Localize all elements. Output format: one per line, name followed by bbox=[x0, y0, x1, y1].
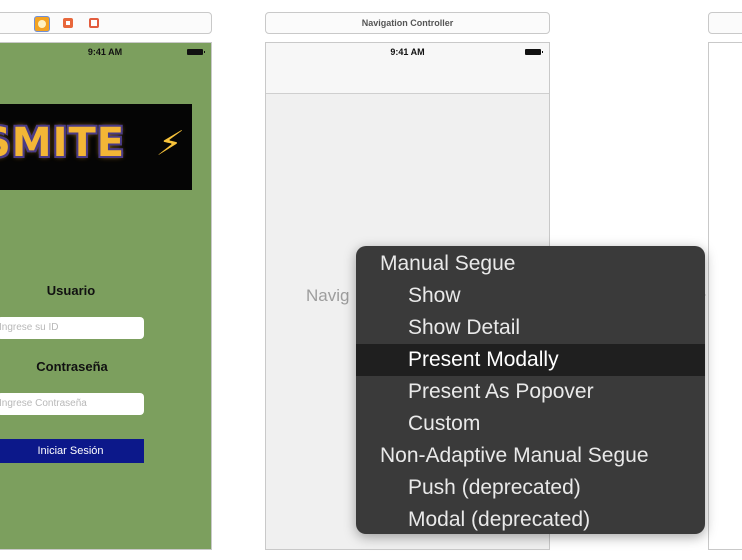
password-field[interactable]: Ingrese Contraseña bbox=[0, 393, 144, 415]
smite-logo-image: SMITE ⚡ bbox=[0, 104, 192, 190]
menu-item-custom[interactable]: Custom bbox=[356, 408, 705, 440]
logo-text: SMITE bbox=[0, 120, 126, 166]
status-time: 9:41 AM bbox=[390, 47, 425, 57]
username-label: Usuario bbox=[46, 283, 96, 298]
menu-item-present-modally[interactable]: Present Modally bbox=[356, 344, 705, 376]
navigation-scene-dock[interactable]: Navigation Controller bbox=[265, 12, 550, 34]
status-time: 9:41 AM bbox=[87, 47, 123, 57]
segue-context-menu[interactable]: Manual Segue Show Show Detail Present Mo… bbox=[356, 246, 705, 534]
login-scene: 9:41 AM SMITE ⚡ Usuario Ingrese su ID Co… bbox=[0, 42, 212, 550]
password-label: Contraseña bbox=[36, 359, 108, 374]
navigation-body-label: Navig bbox=[306, 286, 350, 305]
exit-icon[interactable] bbox=[87, 16, 101, 30]
right-scene-dock[interactable] bbox=[708, 12, 742, 34]
menu-item-modal-deprecated[interactable]: Modal (deprecated) bbox=[356, 504, 705, 536]
menu-section-non-adaptive: Non-Adaptive Manual Segue bbox=[380, 444, 649, 467]
login-button[interactable]: Iniciar Sesión bbox=[0, 439, 144, 463]
menu-item-show[interactable]: Show bbox=[356, 280, 705, 312]
login-scene-dock[interactable] bbox=[0, 12, 212, 34]
menu-item-present-as-popover[interactable]: Present As Popover bbox=[356, 376, 705, 408]
lightning-bolt-icon: ⚡ bbox=[153, 125, 186, 163]
menu-item-push-deprecated[interactable]: Push (deprecated) bbox=[356, 472, 705, 504]
right-scene[interactable] bbox=[708, 42, 742, 550]
first-responder-icon[interactable] bbox=[61, 16, 75, 30]
battery-icon bbox=[187, 49, 205, 55]
menu-item-show-detail[interactable]: Show Detail bbox=[356, 312, 705, 344]
navigation-bar[interactable]: 9:41 AM bbox=[266, 43, 549, 94]
menu-section-manual-segue: Manual Segue bbox=[380, 252, 516, 275]
scene-title: Navigation Controller bbox=[361, 18, 454, 28]
battery-icon bbox=[525, 49, 543, 55]
username-field[interactable]: Ingrese su ID bbox=[0, 317, 144, 339]
view-controller-icon[interactable] bbox=[34, 16, 50, 32]
